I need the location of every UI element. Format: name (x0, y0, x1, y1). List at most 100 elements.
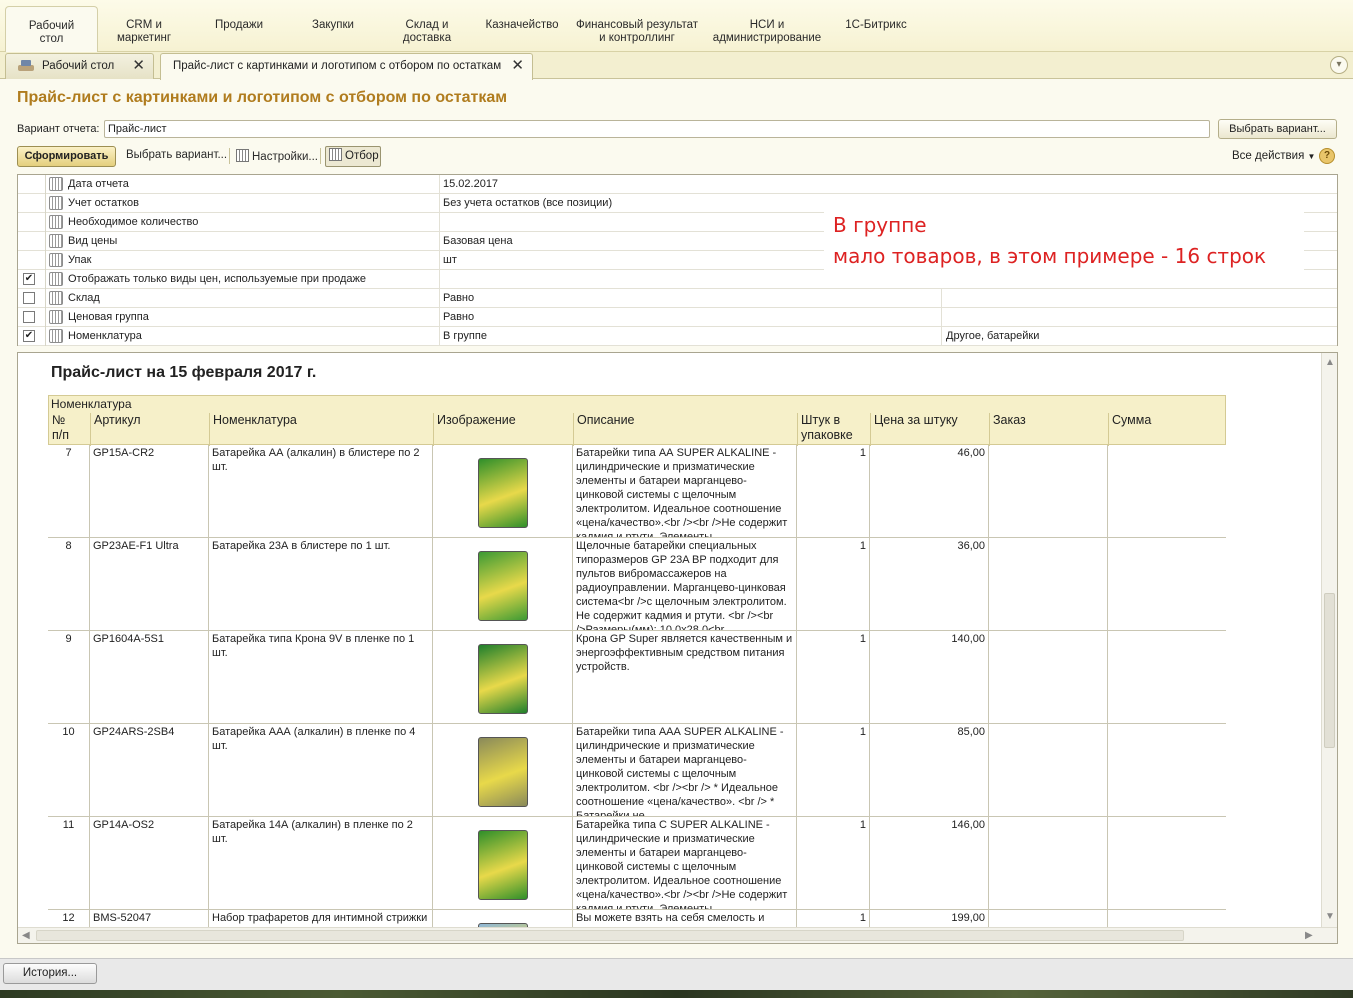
choose-variant-button[interactable]: Выбрать вариант... (1218, 119, 1337, 139)
group-header: Номенклатура (51, 397, 132, 411)
generate-button[interactable]: Сформировать (17, 146, 116, 167)
close-icon[interactable]: ✕ (511, 54, 524, 78)
page-title: Прайс-лист с картинками и логотипом с от… (17, 89, 508, 106)
pack-qty: 1 (796, 631, 869, 723)
section-3[interactable]: Продажи (196, 6, 282, 52)
section-8[interactable]: НСИ и администрирование (705, 6, 829, 52)
pack-qty: 1 (796, 445, 869, 537)
checkbox-cell: ✔ (18, 327, 46, 346)
window-tab-bar: Рабочий стол ✕ Прайс-лист с картинками и… (0, 52, 1353, 80)
table-row[interactable]: 10 GP24ARS-2SB4 Батарейка ААА (алкалин) в … (48, 724, 1226, 817)
column-header[interactable]: Номенклатура (209, 413, 433, 446)
order[interactable] (988, 538, 1107, 630)
scroll-up-icon[interactable]: ▲ (1325, 357, 1335, 368)
variant-field[interactable]: Прайс-лист (104, 120, 1210, 138)
parameter-value[interactable]: Равно (443, 311, 474, 323)
settings-button[interactable]: Настройки... (236, 149, 318, 163)
choose-variant-link[interactable]: Выбрать вариант... (126, 149, 227, 161)
settings-row[interactable]: Ценовая группа Равно (18, 308, 1337, 327)
order[interactable] (988, 817, 1107, 909)
column-divider (941, 308, 942, 327)
parameter-value[interactable]: 15.02.2017 (443, 178, 498, 190)
parameter-value[interactable]: Равно (443, 292, 474, 304)
use-checkbox[interactable] (23, 292, 35, 304)
parameter-value[interactable]: Базовая цена (443, 235, 513, 247)
order[interactable] (988, 631, 1107, 723)
column-header[interactable]: Заказ (989, 413, 1108, 446)
tab-label: Прайс-лист с картинками и логотипом с от… (173, 60, 502, 72)
column-header[interactable]: Цена за штуку (870, 413, 989, 446)
horizontal-scrollbar[interactable]: ◀ ▶ (18, 927, 1337, 943)
checkbox-cell (18, 289, 46, 308)
description: Батарейки типа ААА SUPER ALKALINE - цили… (572, 724, 796, 816)
scroll-left-icon[interactable]: ◀ (22, 930, 30, 941)
parameter-value[interactable]: Без учета остатков (все позиции) (443, 197, 612, 209)
column-header[interactable]: Сумма (1108, 413, 1227, 446)
column-divider (439, 194, 440, 213)
table-row[interactable]: 7 GP15A-CR2 Батарейка АА (алкалин) в блист… (48, 445, 1226, 538)
table-row[interactable]: 8 GP23AE-F1 Ultra Батарейка 23А в блистере… (48, 538, 1226, 631)
filter-button[interactable]: Отбор (325, 146, 381, 167)
tab-desktop[interactable]: Рабочий стол ✕ (5, 53, 154, 79)
parameter-icon (49, 272, 63, 286)
all-actions-menu[interactable]: Все действия ▼ (1232, 150, 1315, 162)
parameter-name: Учет остатков (68, 197, 139, 209)
table-row[interactable]: 11 GP14A-OS2 Батарейка 14А (алкалин) в пле… (48, 817, 1226, 910)
use-checkbox[interactable]: ✔ (23, 273, 35, 285)
help-icon[interactable]: ? (1319, 148, 1335, 164)
order[interactable] (988, 445, 1107, 537)
column-divider (439, 289, 440, 308)
settings-row[interactable]: ✔ Номенклатура В группе Другое, батарейки (18, 327, 1337, 346)
article: GP24ARS-2SB4 (89, 724, 208, 816)
column-header[interactable]: Описание (573, 413, 797, 446)
section-5[interactable]: Склад и доставка (383, 6, 471, 52)
use-checkbox[interactable] (23, 311, 35, 323)
scroll-right-icon[interactable]: ▶ (1305, 930, 1313, 941)
desktop-background (0, 990, 1353, 998)
column-divider (439, 175, 440, 194)
scroll-down-icon[interactable]: ▼ (1325, 911, 1335, 922)
parameter-value[interactable]: шт (443, 254, 457, 266)
close-icon[interactable]: ✕ (132, 54, 145, 78)
chevron-down-icon[interactable]: ▾ (1330, 56, 1348, 74)
section-7[interactable]: Финансовый результат и контроллинг (573, 6, 701, 52)
parameter-name: Склад (68, 292, 100, 304)
tab-price-list[interactable]: Прайс-лист с картинками и логотипом с от… (160, 53, 533, 80)
annotation-line-1: В группе (833, 213, 927, 237)
order[interactable] (988, 724, 1107, 816)
section-9[interactable]: 1С-Битрикс (835, 6, 917, 52)
column-header[interactable]: № п/п (49, 413, 90, 446)
column-header[interactable]: Артикул (90, 413, 209, 446)
battery-pack-icon (478, 737, 528, 807)
parameter-value-2[interactable]: Другое, батарейки (946, 330, 1039, 342)
column-header[interactable]: Изображение (433, 413, 573, 446)
settings-row[interactable]: Склад Равно (18, 289, 1337, 308)
product-name: Батарейка ААА (алкалин) в пленке по 4 шт… (208, 724, 432, 816)
section-1[interactable]: Рабочий стол (5, 6, 98, 52)
table-row[interactable]: 9 GP1604A-5S1 Батарейка типа Крона 9V в пл… (48, 631, 1226, 724)
section-2[interactable]: CRM и маркетинг (98, 6, 190, 52)
column-divider (439, 270, 440, 289)
parameter-name: Упак (68, 254, 92, 266)
filter-label: Отбор (345, 150, 379, 162)
parameter-value[interactable]: В группе (443, 330, 487, 342)
article: GP15A-CR2 (89, 445, 208, 537)
report-area[interactable]: Прайс-лист на 15 февраля 2017 г. Номенкл… (17, 352, 1338, 944)
column-divider (439, 251, 440, 270)
product-image (432, 631, 572, 723)
parameter-name: Номенклатура (68, 330, 142, 342)
settings-row[interactable]: Дата отчета 15.02.2017 (18, 175, 1337, 194)
desktop-icon (16, 59, 36, 73)
history-button[interactable]: История... (3, 963, 97, 984)
scroll-thumb[interactable] (1324, 593, 1335, 748)
use-checkbox[interactable]: ✔ (23, 330, 35, 342)
filter-icon (329, 148, 342, 161)
tab-label: Рабочий стол (42, 60, 115, 72)
battery-pack-icon (478, 830, 528, 900)
section-4[interactable]: Закупки (290, 6, 376, 52)
scroll-thumb[interactable] (36, 930, 1184, 941)
column-header[interactable]: Штук в упаковке (797, 413, 870, 446)
vertical-scrollbar[interactable]: ▲ ▼ (1321, 353, 1337, 928)
section-6[interactable]: Казначейство (473, 6, 571, 52)
row-number: 9 (65, 633, 72, 645)
